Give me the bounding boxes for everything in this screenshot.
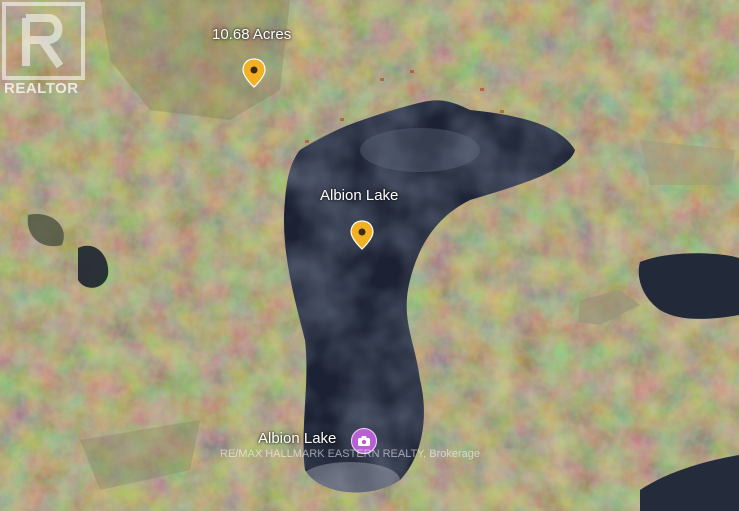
realtor-logo-text: REALTOR bbox=[4, 80, 79, 97]
realtor-logo: REALTOR bbox=[0, 0, 87, 103]
marker-label-lake: Albion Lake bbox=[320, 187, 399, 204]
satellite-map[interactable]: REALTOR 10.68 Acres Albion Lake Albion L… bbox=[0, 0, 739, 511]
place-label: Albion Lake bbox=[258, 430, 337, 447]
map-pin-icon[interactable] bbox=[242, 58, 266, 88]
realtor-r-icon bbox=[2, 2, 85, 80]
marker-label-acres: 10.68 Acres bbox=[212, 26, 292, 43]
map-pin-icon[interactable] bbox=[350, 220, 374, 250]
brokerage-watermark: RE/MAX HALLMARK EASTERN REALTY, Brokerag… bbox=[220, 448, 481, 460]
